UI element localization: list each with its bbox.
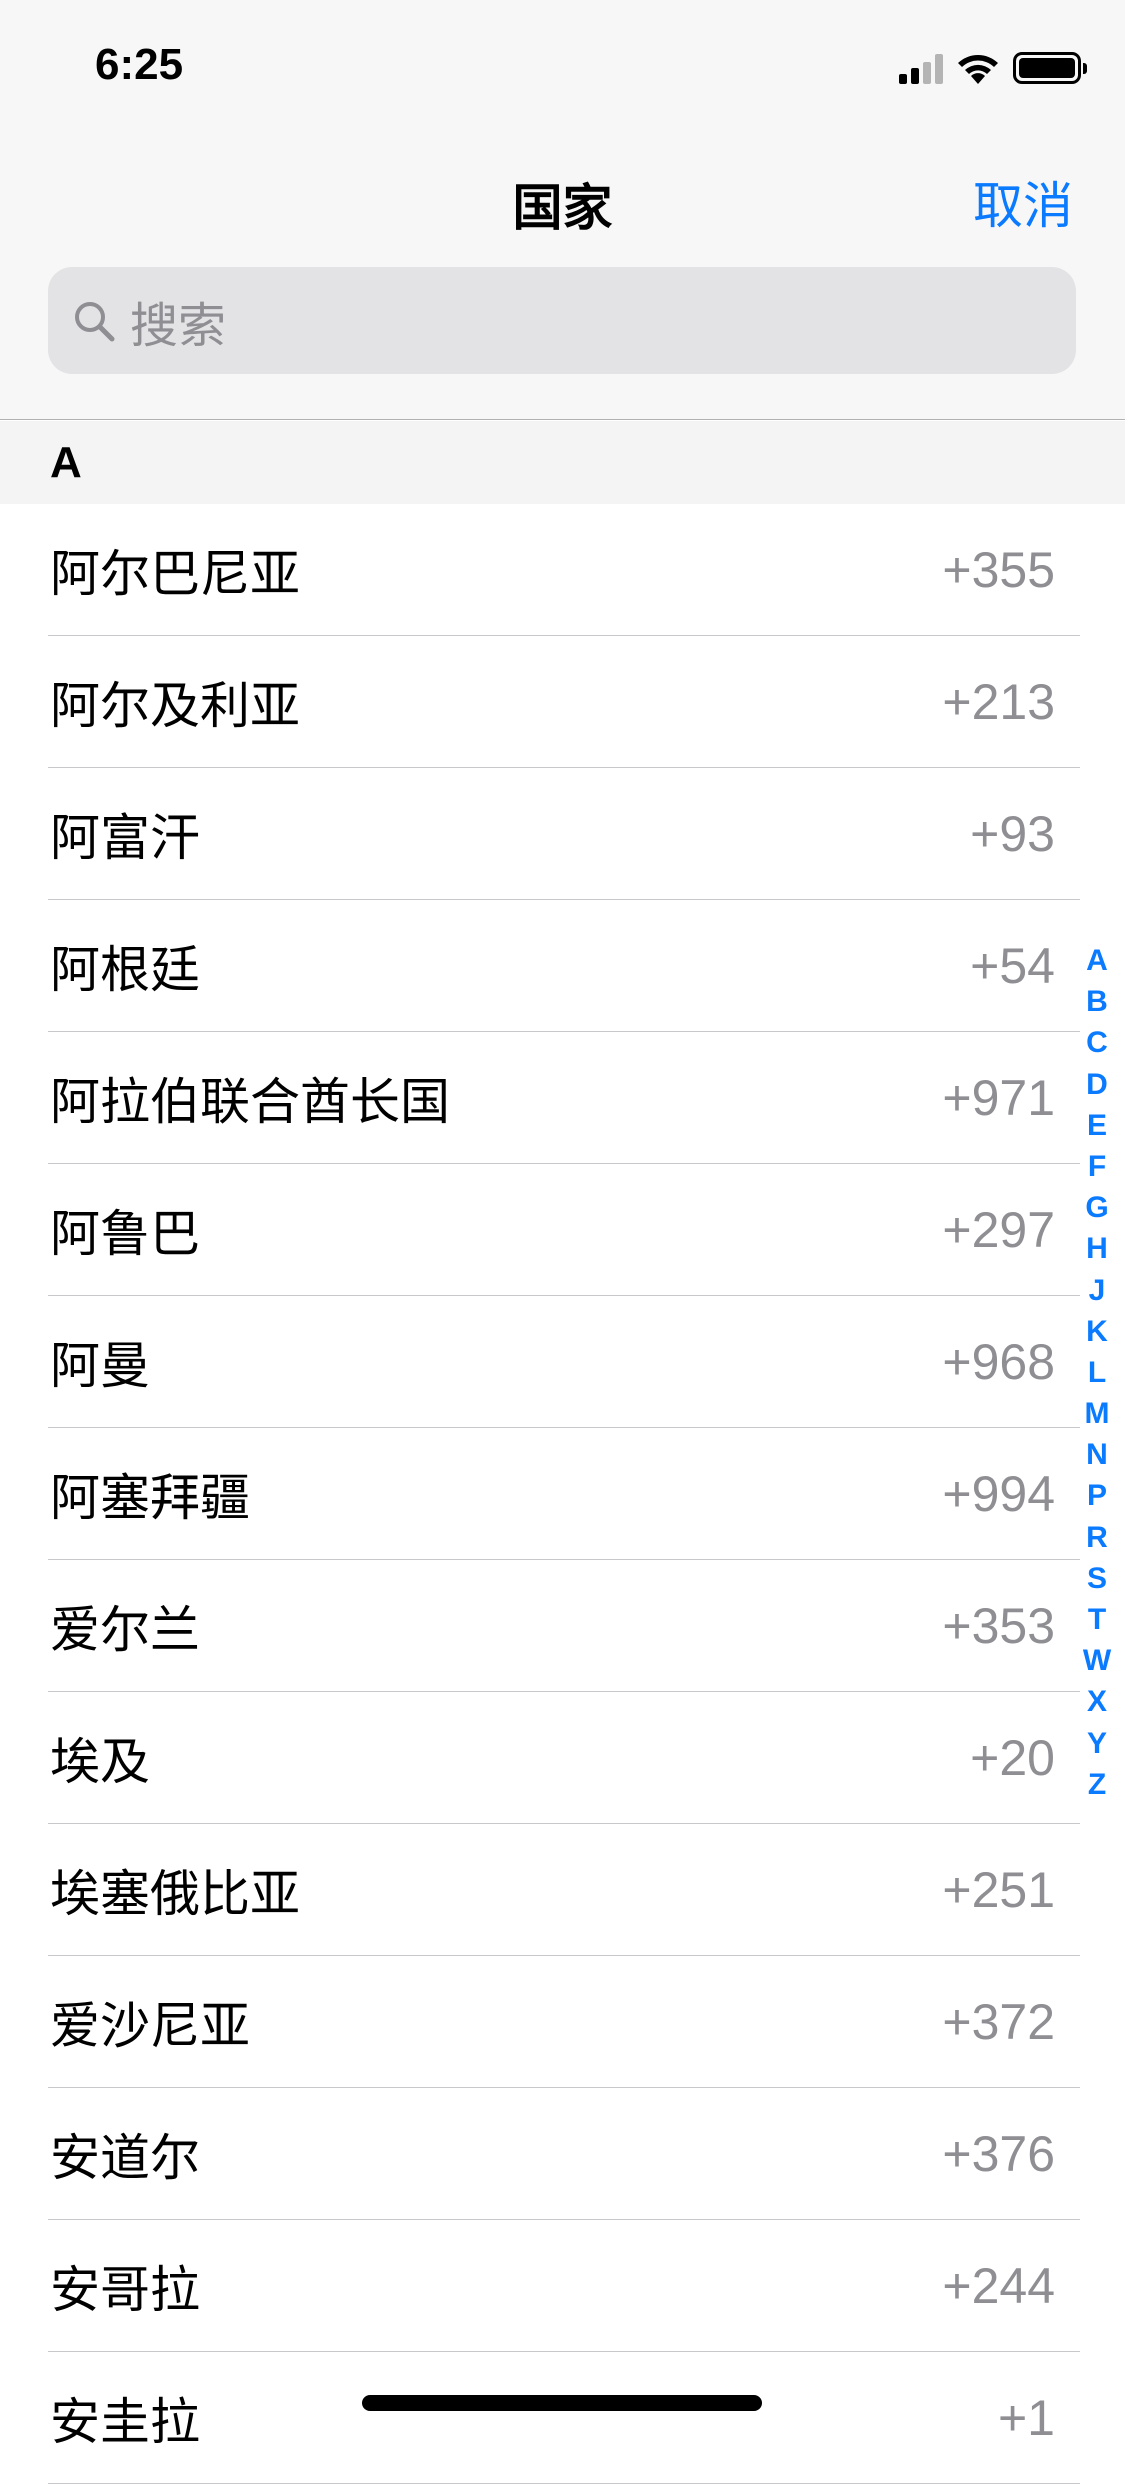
index-letter[interactable]: D bbox=[1086, 1064, 1108, 1105]
country-code: +376 bbox=[942, 2126, 1055, 2182]
country-row[interactable]: 安道尔 +376 bbox=[0, 2088, 1125, 2220]
country-name: 埃及 bbox=[50, 1733, 150, 1791]
country-row[interactable]: 阿塞拜疆 +994 bbox=[0, 1428, 1125, 1560]
cellular-signal-icon bbox=[899, 54, 943, 84]
country-row[interactable]: 安哥拉 +244 bbox=[0, 2220, 1125, 2352]
country-name: 阿拉伯联合酋长国 bbox=[50, 1073, 450, 1131]
country-row[interactable]: 阿尔及利亚 +213 bbox=[0, 636, 1125, 768]
section-header: A bbox=[0, 421, 1125, 504]
country-row[interactable]: 阿根廷 +54 bbox=[0, 900, 1125, 1032]
index-letter[interactable]: W bbox=[1083, 1640, 1111, 1681]
battery-icon bbox=[1013, 52, 1087, 84]
index-letter[interactable]: L bbox=[1088, 1352, 1106, 1393]
country-list: 阿尔巴尼亚 +355 阿尔及利亚 +213 阿富汗 +93 阿根廷 +54 阿拉伯联合酋长国 +9… bbox=[0, 504, 1125, 2484]
header: 6:25 国家 取消 搜索 bbox=[0, 0, 1125, 420]
country-code: +353 bbox=[942, 1598, 1055, 1654]
index-letter[interactable]: X bbox=[1087, 1681, 1107, 1722]
country-row[interactable]: 阿鲁巴 +297 bbox=[0, 1164, 1125, 1296]
index-letter[interactable]: G bbox=[1085, 1187, 1108, 1228]
search-icon bbox=[75, 301, 115, 341]
home-indicator bbox=[362, 2395, 762, 2411]
index-letter[interactable]: P bbox=[1087, 1475, 1107, 1516]
country-name: 爱尔兰 bbox=[50, 1601, 200, 1659]
cancel-button[interactable]: 取消 bbox=[973, 166, 1073, 238]
page-title: 国家 bbox=[512, 179, 613, 237]
index-letter[interactable]: T bbox=[1088, 1599, 1106, 1640]
status-icons bbox=[899, 52, 1087, 84]
country-code: +372 bbox=[942, 1994, 1055, 2050]
index-letter[interactable]: A bbox=[1086, 940, 1108, 981]
country-row[interactable]: 爱沙尼亚 +372 bbox=[0, 1956, 1125, 2088]
index-letter[interactable]: K bbox=[1086, 1311, 1108, 1352]
country-row[interactable]: 阿富汗 +93 bbox=[0, 768, 1125, 900]
index-letter[interactable]: Y bbox=[1087, 1723, 1107, 1764]
country-code: +20 bbox=[970, 1730, 1055, 1786]
country-code: +54 bbox=[970, 938, 1055, 994]
country-name: 安圭拉 bbox=[50, 2393, 200, 2451]
index-letter[interactable]: R bbox=[1086, 1517, 1108, 1558]
search-placeholder: 搜索 bbox=[130, 297, 227, 354]
country-code: +971 bbox=[942, 1070, 1055, 1126]
country-code: +968 bbox=[942, 1334, 1055, 1390]
country-code: +93 bbox=[970, 806, 1055, 862]
country-code: +297 bbox=[942, 1202, 1055, 1258]
country-name: 爱沙尼亚 bbox=[50, 1997, 250, 2055]
country-row[interactable]: 阿拉伯联合酋长国 +971 bbox=[0, 1032, 1125, 1164]
status-time: 6:25 bbox=[95, 40, 184, 89]
country-row[interactable]: 埃及 +20 bbox=[0, 1692, 1125, 1824]
country-code: +213 bbox=[942, 674, 1055, 730]
country-name: 阿塞拜疆 bbox=[50, 1469, 250, 1527]
index-letter[interactable]: B bbox=[1086, 981, 1108, 1022]
country-code: +1 bbox=[997, 2390, 1055, 2446]
index-letter[interactable]: N bbox=[1086, 1434, 1108, 1475]
country-row[interactable]: 阿尔巴尼亚 +355 bbox=[0, 504, 1125, 636]
country-name: 阿曼 bbox=[50, 1337, 150, 1395]
index-letter[interactable]: M bbox=[1085, 1393, 1110, 1434]
country-code: +355 bbox=[942, 542, 1055, 598]
index-letter[interactable]: S bbox=[1087, 1558, 1107, 1599]
country-code: +994 bbox=[942, 1466, 1055, 1522]
country-code: +244 bbox=[942, 2258, 1055, 2314]
country-name: 阿根廷 bbox=[50, 941, 200, 999]
index-letter[interactable]: Z bbox=[1088, 1764, 1106, 1805]
country-name: 阿尔及利亚 bbox=[50, 677, 300, 735]
index-letter[interactable]: E bbox=[1087, 1105, 1107, 1146]
index-letter[interactable]: F bbox=[1088, 1146, 1106, 1187]
country-row[interactable]: 爱尔兰 +353 bbox=[0, 1560, 1125, 1692]
country-row[interactable]: 埃塞俄比亚 +251 bbox=[0, 1824, 1125, 1956]
section-index[interactable]: ABCDEFGHJKLMNPRSTWXYZ bbox=[1077, 940, 1117, 1805]
country-code: +251 bbox=[942, 1862, 1055, 1918]
index-letter[interactable]: H bbox=[1086, 1228, 1108, 1269]
country-name: 阿尔巴尼亚 bbox=[50, 545, 300, 603]
country-name: 埃塞俄比亚 bbox=[50, 1865, 300, 1923]
country-row[interactable]: 阿曼 +968 bbox=[0, 1296, 1125, 1428]
index-letter[interactable]: J bbox=[1089, 1270, 1106, 1311]
search-input[interactable]: 搜索 bbox=[48, 267, 1076, 374]
country-name: 安哥拉 bbox=[50, 2261, 200, 2319]
country-name: 阿富汗 bbox=[50, 809, 200, 867]
wifi-icon bbox=[958, 55, 998, 84]
index-letter[interactable]: C bbox=[1086, 1022, 1108, 1063]
country-row[interactable]: 安圭拉 +1 bbox=[0, 2352, 1125, 2484]
country-name: 安道尔 bbox=[50, 2129, 200, 2187]
country-name: 阿鲁巴 bbox=[50, 1205, 200, 1263]
